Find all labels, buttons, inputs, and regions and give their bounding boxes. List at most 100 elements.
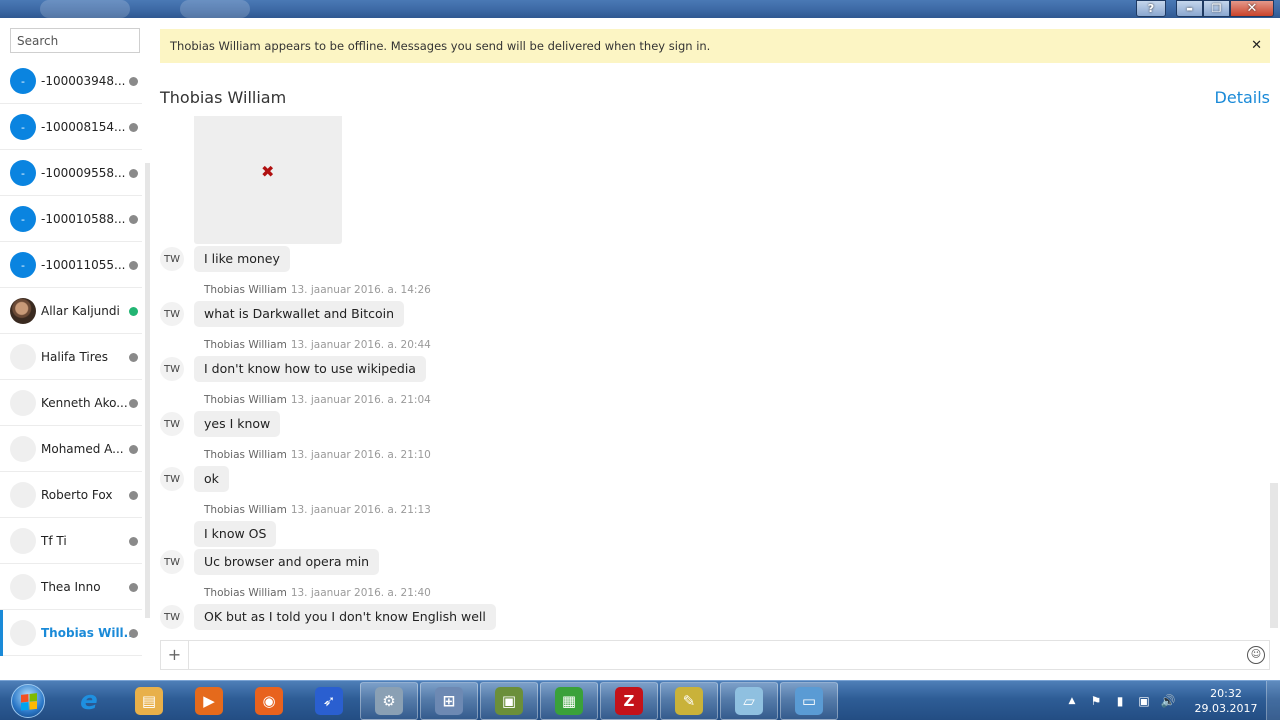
contact-item[interactable]: Tf Ti [0, 518, 142, 564]
message-sender: Thobias William [204, 449, 287, 461]
message-bubble[interactable]: Uc browser and opera min [194, 549, 380, 575]
contact-name: Allar Kaljundi [41, 304, 120, 318]
presence-status-dot [129, 537, 138, 546]
contact-item[interactable]: Thobias Will... [0, 610, 142, 656]
network-icon[interactable]: ▣ [1136, 693, 1152, 709]
taskbar-button[interactable]: e [60, 682, 118, 720]
sender-avatar[interactable]: TW [160, 467, 184, 491]
emoji-icon[interactable]: ☺ [1247, 646, 1265, 664]
tray-icons: ⚑ ▮ ▣ 🔊 [1084, 693, 1180, 709]
clock[interactable]: 20:32 29.03.2017 [1186, 686, 1266, 716]
search-input[interactable] [10, 28, 140, 53]
contact-name: Thobias Will... [41, 626, 138, 640]
contact-item[interactable]: - -100010588... [0, 196, 142, 242]
volume-icon[interactable]: 🔊 [1160, 693, 1176, 709]
contact-item[interactable]: Mohamed A... [0, 426, 142, 472]
contact-item[interactable]: - -100003948... [0, 58, 142, 104]
taskbar-button[interactable]: ✎ [660, 682, 718, 720]
message-timestamp: 13. jaanuar 2016. a. 21:40 [290, 587, 431, 599]
help-button[interactable]: ? [1136, 0, 1166, 17]
message-sender: Thobias William [204, 394, 287, 406]
title-bar-glow [180, 0, 250, 18]
sender-avatar[interactable]: TW [160, 412, 184, 436]
taskbar-button[interactable]: ▦ [540, 682, 598, 720]
message-bubble[interactable]: I know OS [194, 521, 277, 547]
network-app-icon: ⚙ [375, 687, 403, 715]
message-sender: Thobias William [204, 339, 287, 351]
windows-flag [21, 693, 37, 711]
battery-icon[interactable]: ▮ [1112, 693, 1128, 709]
avatar: - [10, 160, 36, 186]
start-button[interactable] [2, 681, 54, 720]
minimize-button[interactable]: ▬ [1176, 0, 1203, 17]
contact-item[interactable]: Allar Kaljundi [0, 288, 142, 334]
contact-name: Kenneth Ako... [41, 396, 128, 410]
avatar [10, 344, 36, 370]
message-timestamp: 13. jaanuar 2016. a. 20:44 [290, 339, 431, 351]
contact-name: -100011055... [41, 258, 126, 272]
message-bubble[interactable]: yes I know [194, 411, 281, 437]
contact-name: Tf Ti [41, 534, 67, 548]
message-timestamp: 13. jaanuar 2016. a. 21:13 [290, 504, 431, 516]
details-link[interactable]: Details [1215, 88, 1270, 107]
message-input[interactable] [193, 645, 1233, 665]
add-attachment-button[interactable]: + [161, 641, 189, 669]
offline-banner-text: Thobias William appears to be offline. M… [170, 39, 711, 53]
contact-item[interactable]: Roberto Fox [0, 472, 142, 518]
restore-icon: ❐ [1211, 2, 1222, 15]
sender-avatar[interactable]: TW [160, 550, 184, 574]
flag-icon[interactable]: ⚑ [1088, 693, 1104, 709]
show-desktop-button[interactable] [1266, 681, 1280, 720]
maximize-button[interactable]: ❐ [1203, 0, 1230, 17]
taskbar-button[interactable]: ▤ [120, 682, 178, 720]
taskbar-button[interactable]: ▣ [480, 682, 538, 720]
title-bar-glow [40, 0, 130, 18]
sender-avatar[interactable]: TW [160, 247, 184, 271]
ie-icon: e [80, 686, 98, 716]
contact-name: -100009558... [41, 166, 126, 180]
message-bubble[interactable]: what is Darkwallet and Bitcoin [194, 301, 405, 327]
taskbar-apps: e ▤ ▶ ◉ ➶ ⚙ ⊞ ▣ ▦ Z ✎ ▱ ▭ [60, 682, 840, 720]
message-meta: Thobias William 13. jaanuar 2016. a. 21:0… [204, 394, 431, 406]
taskbar-button[interactable]: ◉ [240, 682, 298, 720]
contact-item[interactable]: Thea Inno [0, 564, 142, 610]
avatar [10, 436, 36, 462]
broken-image-attachment[interactable]: ✖ [194, 116, 342, 244]
remote-desktop-icon: ▭ [795, 687, 823, 715]
contact-item[interactable]: Halifa Tires [0, 334, 142, 380]
contact-item[interactable]: Kenneth Ako... [0, 380, 142, 426]
contact-item[interactable]: - -100009558... [0, 150, 142, 196]
window-title-bar: ? ▬ ❐ ✕ [0, 0, 1280, 18]
show-hidden-icons-arrow[interactable]: ▲ [1064, 693, 1080, 709]
taskbar-button[interactable]: ⚙ [360, 682, 418, 720]
firefox-icon: ◉ [255, 687, 283, 715]
presence-status-dot [129, 215, 138, 224]
sender-avatar[interactable]: TW [160, 605, 184, 629]
message-bubble[interactable]: I don't know how to use wikipedia [194, 356, 426, 382]
taskbar-button[interactable]: Z [600, 682, 658, 720]
avatar [10, 574, 36, 600]
messages-scrollbar[interactable] [1270, 483, 1278, 628]
contact-item[interactable]: - -100011055... [0, 242, 142, 288]
message-bubble[interactable]: ok [194, 466, 229, 492]
sender-avatar[interactable]: TW [160, 357, 184, 381]
contacts-list-viewport: - -100003948... - -100008154... - -100009558.… [0, 58, 145, 668]
message-sender: Thobias William [204, 284, 287, 296]
taskbar-button[interactable]: ⊞ [420, 682, 478, 720]
message-bubble[interactable]: I like money [194, 246, 290, 272]
taskbar-button[interactable]: ▱ [720, 682, 778, 720]
message-bubble[interactable]: OK but as I told you I don't know Englis… [194, 604, 496, 630]
contact-item[interactable]: - -100008154... [0, 104, 142, 150]
clock-time: 20:32 [1210, 687, 1242, 700]
banner-close-icon[interactable]: ✕ [1251, 29, 1262, 63]
contacts-list: - -100003948... - -100008154... - -100009558.… [0, 58, 142, 656]
taskbar-button[interactable]: ➶ [300, 682, 358, 720]
avatar [10, 298, 36, 324]
close-window-button[interactable]: ✕ [1230, 0, 1274, 17]
taskbar-button[interactable]: ▶ [180, 682, 238, 720]
taskbar-button[interactable]: ▭ [780, 682, 838, 720]
broken-image-icon: ✖ [261, 162, 275, 181]
message-sender: Thobias William [204, 587, 287, 599]
sender-avatar[interactable]: TW [160, 302, 184, 326]
taskbar: e ▤ ▶ ◉ ➶ ⚙ ⊞ ▣ ▦ Z ✎ ▱ ▭ ▲ ⚑ ▮ ▣ 🔊 20:32 29.03.2017 [0, 680, 1280, 720]
